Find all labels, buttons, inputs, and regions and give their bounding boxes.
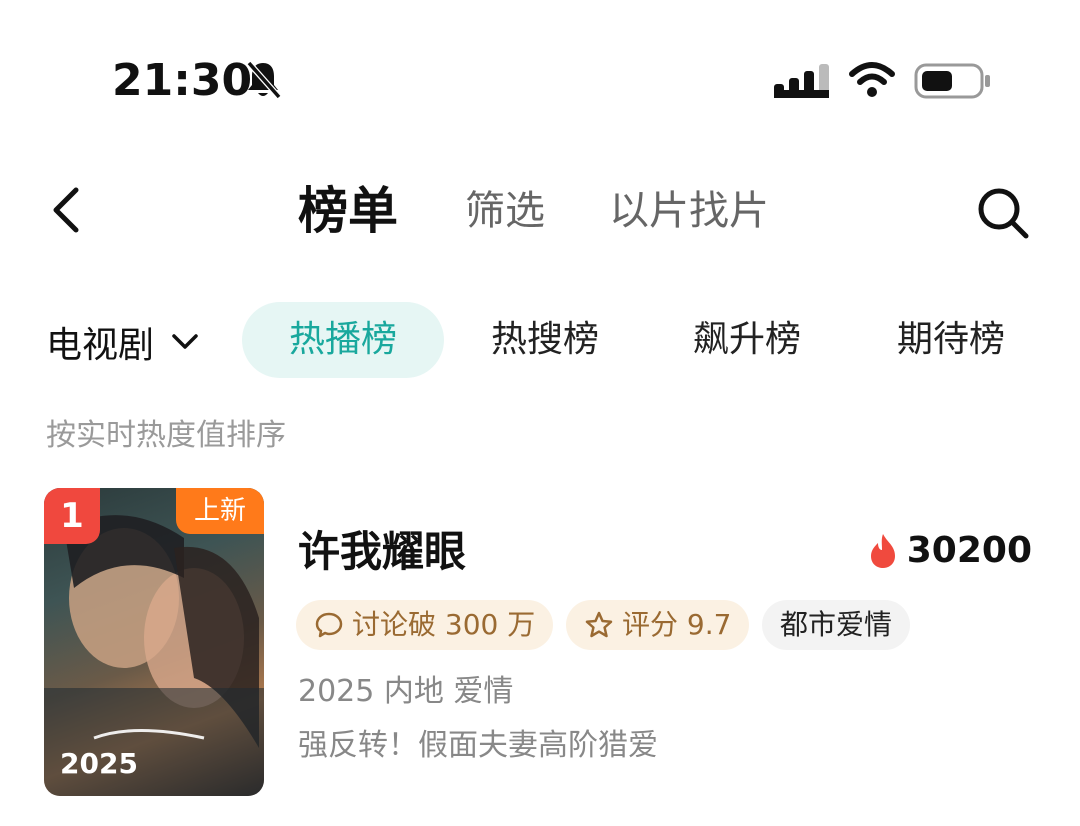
tab-find-by-image[interactable]: 以片找片 <box>609 180 769 242</box>
pill-hot-play[interactable]: 热播榜 <box>242 302 444 378</box>
tab-ranking[interactable]: 榜单 <box>298 180 398 242</box>
chevron-down-icon <box>172 334 198 349</box>
category-dropdown[interactable]: 电视剧 <box>46 314 200 370</box>
signal-icon <box>774 64 829 98</box>
battery-icon <box>914 63 990 99</box>
item-title[interactable]: 许我耀眼 <box>298 524 466 580</box>
tag-genre: 都市爱情 <box>762 600 911 650</box>
new-badge: 上新 <box>176 488 264 534</box>
tab-filter[interactable]: 筛选 <box>465 180 545 242</box>
pill-rising[interactable]: 飙升榜 <box>672 302 822 378</box>
bell-muted-icon <box>246 61 282 99</box>
star-icon <box>585 611 613 638</box>
category-dropdown-label: 电视剧 <box>46 325 155 366</box>
sort-hint: 按实时热度值排序 <box>46 418 286 453</box>
tag-discussion-label: 讨论破 300 万 <box>352 608 536 641</box>
comment-icon <box>315 612 343 638</box>
back-arrow-icon[interactable] <box>48 186 84 234</box>
rank-badge: 1 <box>44 488 100 544</box>
poster-image[interactable]: 1 上新 2025 <box>44 488 264 796</box>
flame-icon <box>870 533 895 568</box>
status-time: 21:30 <box>112 55 253 106</box>
pill-hot-search[interactable]: 热搜榜 <box>470 302 620 378</box>
heat-score: 30200 <box>869 530 1032 571</box>
tag-score-label: 评分 9.7 <box>622 608 732 641</box>
wifi-icon <box>849 62 895 97</box>
pill-anticipated[interactable]: 期待榜 <box>876 302 1026 378</box>
item-meta: 2025 内地 爱情 <box>298 674 514 709</box>
tag-genre-label: 都市爱情 <box>780 608 893 641</box>
tag-score: 评分 9.7 <box>566 600 750 650</box>
item-tagline: 强反转！假面夫妻高阶猎爱 <box>298 728 658 763</box>
poster-year: 2025 <box>60 747 138 780</box>
search-icon[interactable] <box>974 184 1032 242</box>
heat-value: 30200 <box>906 530 1032 571</box>
tag-discussion: 讨论破 300 万 <box>296 600 554 650</box>
